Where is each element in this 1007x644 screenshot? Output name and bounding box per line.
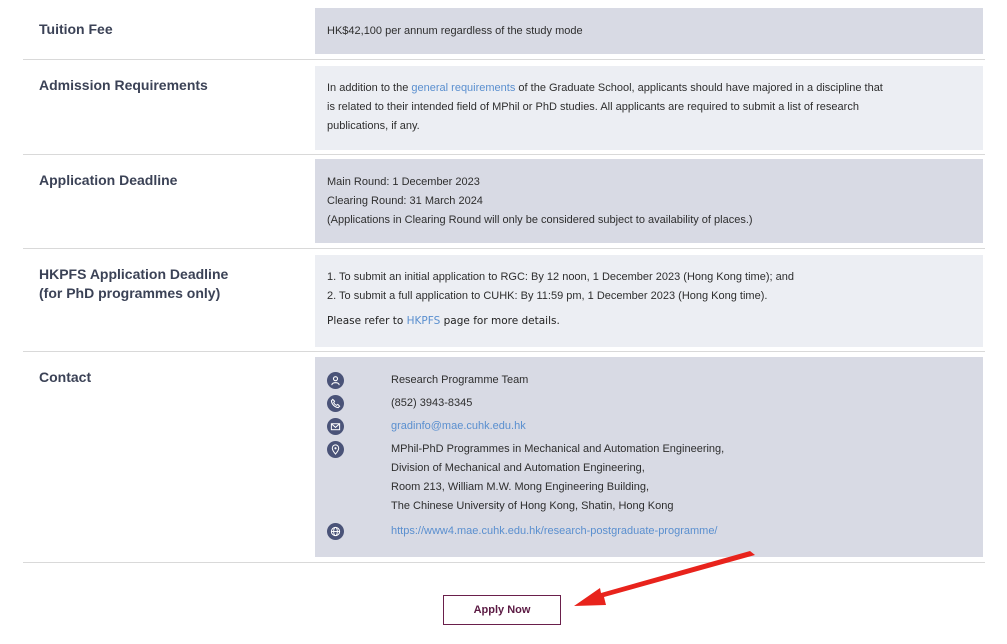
address-line: The Chinese University of Hong Kong, Sha… — [391, 500, 674, 512]
hkpfs-row: HKPFS Application Deadline (for PhD prog… — [23, 249, 985, 352]
hkpfs-label-line-2: (for PhD programmes only) — [39, 285, 221, 301]
deadline-row: Application Deadline Main Round: 1 Decem… — [23, 155, 985, 249]
admission-text-post: of the Graduate School, applicants shoul… — [515, 82, 883, 94]
contact-phone: (852) 3943-8345 — [391, 397, 473, 409]
deadline-note: (Applications in Clearing Round will onl… — [327, 214, 753, 226]
admission-value: In addition to the general requirements … — [315, 66, 983, 150]
admission-row: Admission Requirements In addition to th… — [23, 60, 985, 155]
location-icon — [327, 441, 344, 458]
hkpfs-link[interactable]: HKPFS — [407, 315, 441, 327]
contact-row: Contact Research Programme Team (852) 39… — [23, 352, 985, 563]
hkpfs-label: HKPFS Application Deadline (for PhD prog… — [39, 265, 228, 303]
hkpfs-value: 1. To submit an initial application to R… — [315, 255, 983, 347]
contact-value: Research Programme Team (852) 3943-8345 … — [315, 357, 983, 557]
tuition-value: HK$42,100 per annum regardless of the st… — [315, 8, 983, 54]
contact-website-link[interactable]: https://www4.mae.cuhk.edu.hk/research-po… — [391, 522, 718, 541]
address-line: Room 213, William M.W. Mong Engineering … — [391, 481, 650, 493]
globe-icon — [327, 523, 344, 540]
deadline-value: Main Round: 1 December 2023 Clearing Rou… — [315, 159, 983, 243]
contact-label: Contact — [39, 369, 92, 385]
contact-email-link[interactable]: gradinfo@mae.cuhk.edu.hk — [391, 417, 526, 436]
contact-team: Research Programme Team — [391, 374, 529, 386]
contact-address: MPhil-PhD Programmes in Mechanical and A… — [391, 440, 724, 516]
person-icon — [327, 372, 344, 389]
admission-line-2: is related to their intended field of MP… — [327, 101, 859, 113]
mail-icon — [327, 418, 344, 435]
hkpfs-note: Please refer to HKPFS page for more deta… — [327, 312, 983, 331]
tuition-row: Tuition Fee HK$42,100 per annum regardle… — [23, 0, 985, 60]
tuition-label: Tuition Fee — [39, 21, 113, 37]
deadline-main-round: Main Round: 1 December 2023 — [327, 176, 480, 188]
hkpfs-list: 1. To submit an initial application to R… — [327, 268, 983, 306]
address-line: MPhil-PhD Programmes in Mechanical and A… — [391, 443, 725, 455]
hkpfs-label-line-1: HKPFS Application Deadline — [39, 266, 229, 282]
phone-icon — [327, 395, 344, 412]
tuition-text: HK$42,100 per annum regardless of the st… — [327, 25, 583, 37]
deadline-clearing-round: Clearing Round: 31 March 2024 — [327, 195, 483, 207]
hkpfs-note-post: page for more details. — [440, 315, 560, 327]
admission-text-pre: In addition to the — [327, 82, 412, 94]
general-requirements-link[interactable]: general requirements — [411, 82, 515, 94]
hkpfs-note-pre: Please refer to — [327, 315, 407, 327]
address-line: Division of Mechanical and Automation En… — [391, 462, 645, 474]
list-item: 2. To submit a full application to CUHK:… — [327, 290, 768, 302]
apply-now-button[interactable]: Apply Now — [443, 595, 561, 625]
deadline-label: Application Deadline — [39, 172, 178, 188]
admission-label: Admission Requirements — [39, 77, 208, 93]
admission-line-3: publications, if any. — [327, 120, 420, 132]
list-item: 1. To submit an initial application to R… — [327, 271, 794, 283]
